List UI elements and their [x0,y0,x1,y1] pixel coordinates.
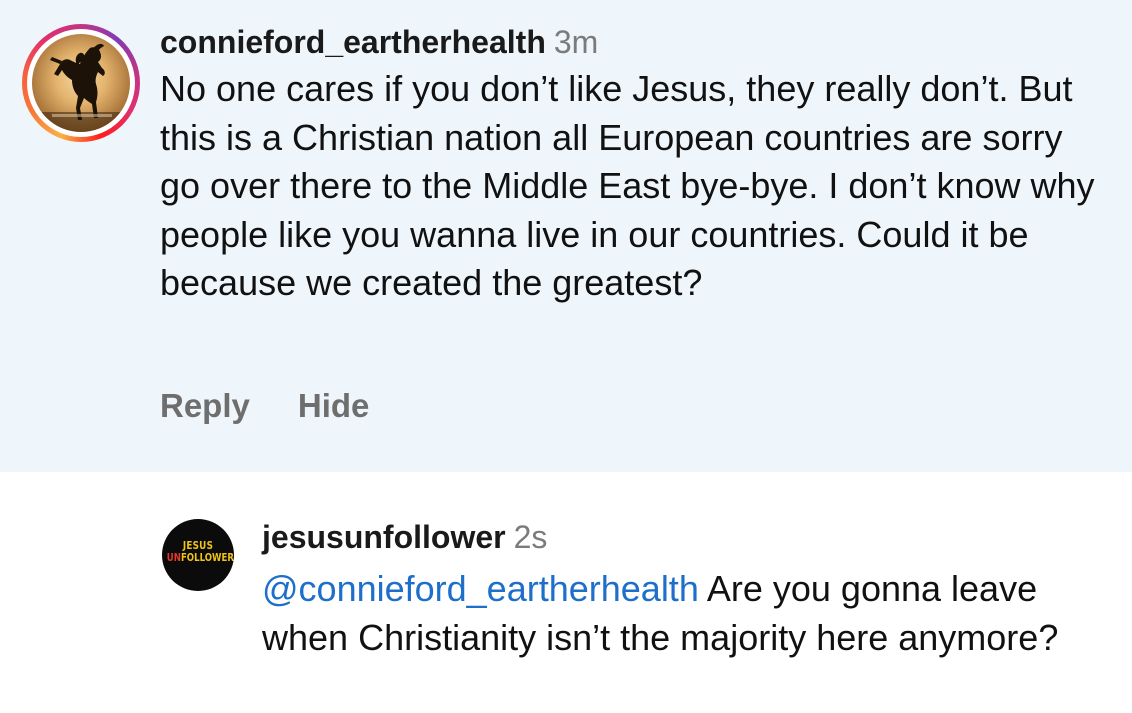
avatar-logo-un: UN [166,551,181,564]
comment-meta: connieford_eartherhealth 3m [160,22,1110,62]
avatar-logo-line2: UNFOLLOWER [166,551,234,564]
comment-text: No one cares if you don’t like Jesus, th… [160,68,1095,303]
comment-username[interactable]: connieford_eartherhealth [160,24,546,60]
avatar-ring-gap [27,29,135,137]
comment-actions: Reply Hide [160,387,369,425]
comment-body: connieford_eartherhealth 3m No one cares … [160,22,1110,308]
reply-username[interactable]: jesusunfollower [262,519,506,555]
avatar-logo-follower: FOLLOWER [180,551,234,564]
reply-body: jesusunfollower 2s @connieford_eartherhea… [262,517,1112,662]
hide-button[interactable]: Hide [298,387,370,424]
avatar [32,34,130,132]
mention-link[interactable]: @connieford_eartherhealth [262,568,699,609]
highlighted-comment: connieford_eartherhealth 3m No one cares … [0,0,1132,472]
reply-button[interactable]: Reply [160,387,250,424]
avatar-logo-line1: JESUS [182,539,214,552]
story-ring-avatar[interactable] [22,24,140,142]
comment-thread: connieford_eartherhealth 3m No one cares … [0,0,1132,713]
reply-timestamp: 2s [513,519,548,555]
reply-meta: jesusunfollower 2s [262,517,1112,557]
reply-avatar[interactable]: JESUS UNFOLLOWER [162,519,234,591]
comment-timestamp: 3m [553,24,599,60]
reply-text-block: @connieford_eartherhealth Are you gonna … [262,565,1112,662]
rearing-horse-icon [32,43,130,132]
